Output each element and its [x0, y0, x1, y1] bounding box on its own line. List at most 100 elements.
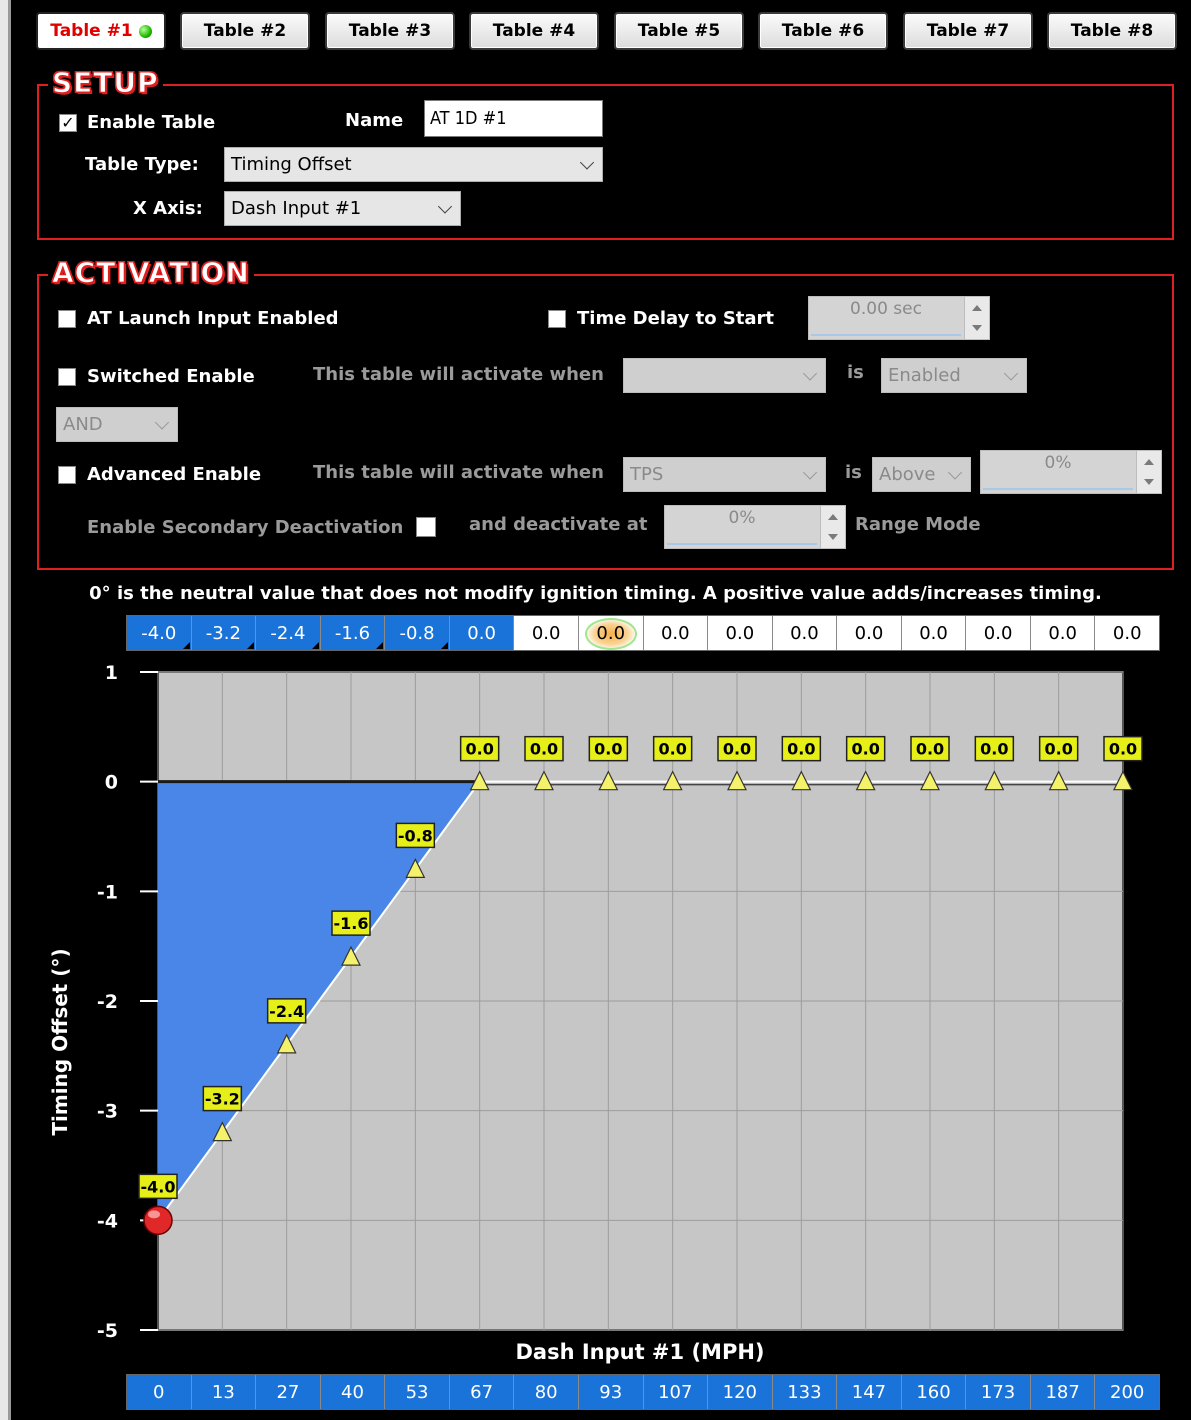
value-cell[interactable]: 0.0: [837, 616, 902, 650]
tab-table-8[interactable]: Table #8: [1047, 12, 1177, 50]
value-cell[interactable]: 0.0: [966, 616, 1031, 650]
x-axis-select[interactable]: Dash Input #1: [224, 191, 461, 226]
switched-state-value: Enabled: [888, 365, 961, 386]
stepper-buttons[interactable]: [820, 506, 845, 548]
axis-cell[interactable]: 0: [127, 1375, 192, 1409]
tab-table-4[interactable]: Table #4: [469, 12, 599, 50]
y-tick-label: -2: [97, 991, 118, 1013]
time-delay-checkbox[interactable]: [548, 310, 566, 328]
value-cell[interactable]: 0.0: [1030, 616, 1096, 650]
stepper-buttons[interactable]: [964, 297, 989, 339]
deactivate-value: 0%: [728, 508, 756, 528]
tab-table-6[interactable]: Table #6: [758, 12, 888, 50]
advanced-input-select[interactable]: TPS: [623, 457, 826, 492]
time-delay-label: Time Delay to Start: [577, 308, 775, 329]
green-dot-icon: [138, 24, 152, 38]
stepper-underline: [811, 334, 961, 336]
axis-cell[interactable]: 147: [837, 1375, 902, 1409]
axis-cell[interactable]: 107: [643, 1375, 709, 1409]
enable-table-checkbox[interactable]: ✓: [59, 114, 77, 132]
axis-cell[interactable]: 93: [578, 1375, 644, 1409]
tab-label: Table #3: [348, 21, 432, 41]
value-cell[interactable]: -4.0: [127, 616, 192, 650]
value-cell[interactable]: -0.8: [385, 616, 450, 650]
axis-cell[interactable]: 173: [966, 1375, 1031, 1409]
secondary-deactivation-checkbox[interactable]: [416, 517, 436, 537]
value-cell[interactable]: 0.0: [578, 616, 644, 650]
y-tick-label: -1: [97, 881, 118, 903]
switched-enable-checkbox[interactable]: [58, 368, 76, 386]
axis-cell[interactable]: 53: [385, 1375, 450, 1409]
tab-table-2[interactable]: Table #2: [180, 12, 310, 50]
deactivate-stepper[interactable]: 0%: [664, 505, 846, 549]
arrow-up-icon[interactable]: [828, 514, 838, 520]
time-delay-stepper[interactable]: 0.00 sec: [808, 296, 990, 340]
tab-table-5[interactable]: Table #5: [614, 12, 744, 50]
axis-cell[interactable]: 40: [320, 1375, 386, 1409]
axis-cell[interactable]: 200: [1095, 1375, 1159, 1409]
tab-label: Table #7: [926, 21, 1010, 41]
setup-title: SETUP: [48, 66, 163, 100]
value-cell-text: -0.8: [399, 622, 435, 644]
tab-label: Table #2: [203, 21, 287, 41]
tab-table-3[interactable]: Table #3: [325, 12, 455, 50]
axis-cell[interactable]: 67: [449, 1375, 515, 1409]
axis-cell[interactable]: 80: [514, 1375, 579, 1409]
axis-cell[interactable]: 133: [772, 1375, 838, 1409]
value-cell[interactable]: -3.2: [191, 616, 257, 650]
chevron-down-icon: [802, 365, 818, 381]
advanced-threshold-stepper[interactable]: 0%: [980, 450, 1162, 494]
table-type-label: Table Type:: [85, 154, 199, 175]
point-value-label: 0.0: [1109, 740, 1137, 759]
advanced-enable-checkbox[interactable]: [58, 466, 76, 484]
axis-cell[interactable]: 160: [901, 1375, 967, 1409]
axis-cell[interactable]: 13: [191, 1375, 257, 1409]
advanced-condition-select[interactable]: Above: [872, 457, 971, 492]
arrow-down-icon[interactable]: [1144, 479, 1154, 485]
cell-corner-marker: [247, 642, 255, 649]
switched-input-select[interactable]: [623, 358, 826, 393]
y-tick-label: 0: [105, 772, 118, 794]
advanced-input-value: TPS: [630, 464, 664, 485]
stepper-buttons[interactable]: [1136, 451, 1161, 493]
timing-offset-chart[interactable]: 1 0 -1 -2 -3 -4 -5 -4.0 -3.2 -2.4 -1.6 -0.8 0.0 0.0 0.…: [0, 650, 1191, 1350]
point-value-label: 0.0: [980, 740, 1008, 759]
value-cell[interactable]: -2.4: [256, 616, 321, 650]
axis-cell[interactable]: 27: [256, 1375, 321, 1409]
value-cell-text: 0.0: [467, 622, 496, 644]
axis-cell[interactable]: 187: [1030, 1375, 1096, 1409]
x-axis-value: Dash Input #1: [231, 198, 362, 219]
tab-table-1[interactable]: Table #1: [36, 12, 166, 50]
at-launch-checkbox[interactable]: [58, 310, 76, 328]
arrow-up-icon[interactable]: [1144, 459, 1154, 465]
tab-table-7[interactable]: Table #7: [903, 12, 1033, 50]
y-tick-label: -5: [97, 1320, 118, 1342]
point-value-label: 0.0: [787, 740, 815, 759]
arrow-down-icon[interactable]: [972, 325, 982, 331]
arrow-up-icon[interactable]: [972, 305, 982, 311]
axis-cell[interactable]: 120: [708, 1375, 773, 1409]
value-cell[interactable]: 0.0: [708, 616, 773, 650]
cell-corner-marker: [182, 642, 190, 649]
value-cell[interactable]: 0.0: [449, 616, 515, 650]
switched-state-select[interactable]: Enabled: [881, 358, 1027, 393]
deactivate-at-label: and deactivate at: [469, 514, 648, 535]
selected-point-marker[interactable]: [143, 1205, 173, 1236]
logic-select[interactable]: AND: [56, 407, 178, 442]
value-cell-text: 0.0: [1048, 622, 1077, 644]
table-type-select[interactable]: Timing Offset: [224, 147, 603, 182]
y-axis-label: Timing Offset (°): [48, 948, 72, 1136]
chevron-down-icon: [802, 464, 818, 480]
value-cell[interactable]: 0.0: [1095, 616, 1159, 650]
arrow-down-icon[interactable]: [828, 534, 838, 540]
value-cell[interactable]: 0.0: [901, 616, 967, 650]
value-cell[interactable]: 0.0: [514, 616, 579, 650]
value-cell-text: -3.2: [205, 622, 241, 644]
value-cell[interactable]: 0.0: [772, 616, 838, 650]
value-cell[interactable]: 0.0: [643, 616, 709, 650]
switched-is-label: is: [847, 362, 864, 383]
name-input[interactable]: AT 1D #1: [424, 100, 603, 137]
y-tick-label: -4: [97, 1210, 118, 1232]
value-cell[interactable]: -1.6: [320, 616, 386, 650]
chevron-down-icon: [1003, 365, 1019, 381]
